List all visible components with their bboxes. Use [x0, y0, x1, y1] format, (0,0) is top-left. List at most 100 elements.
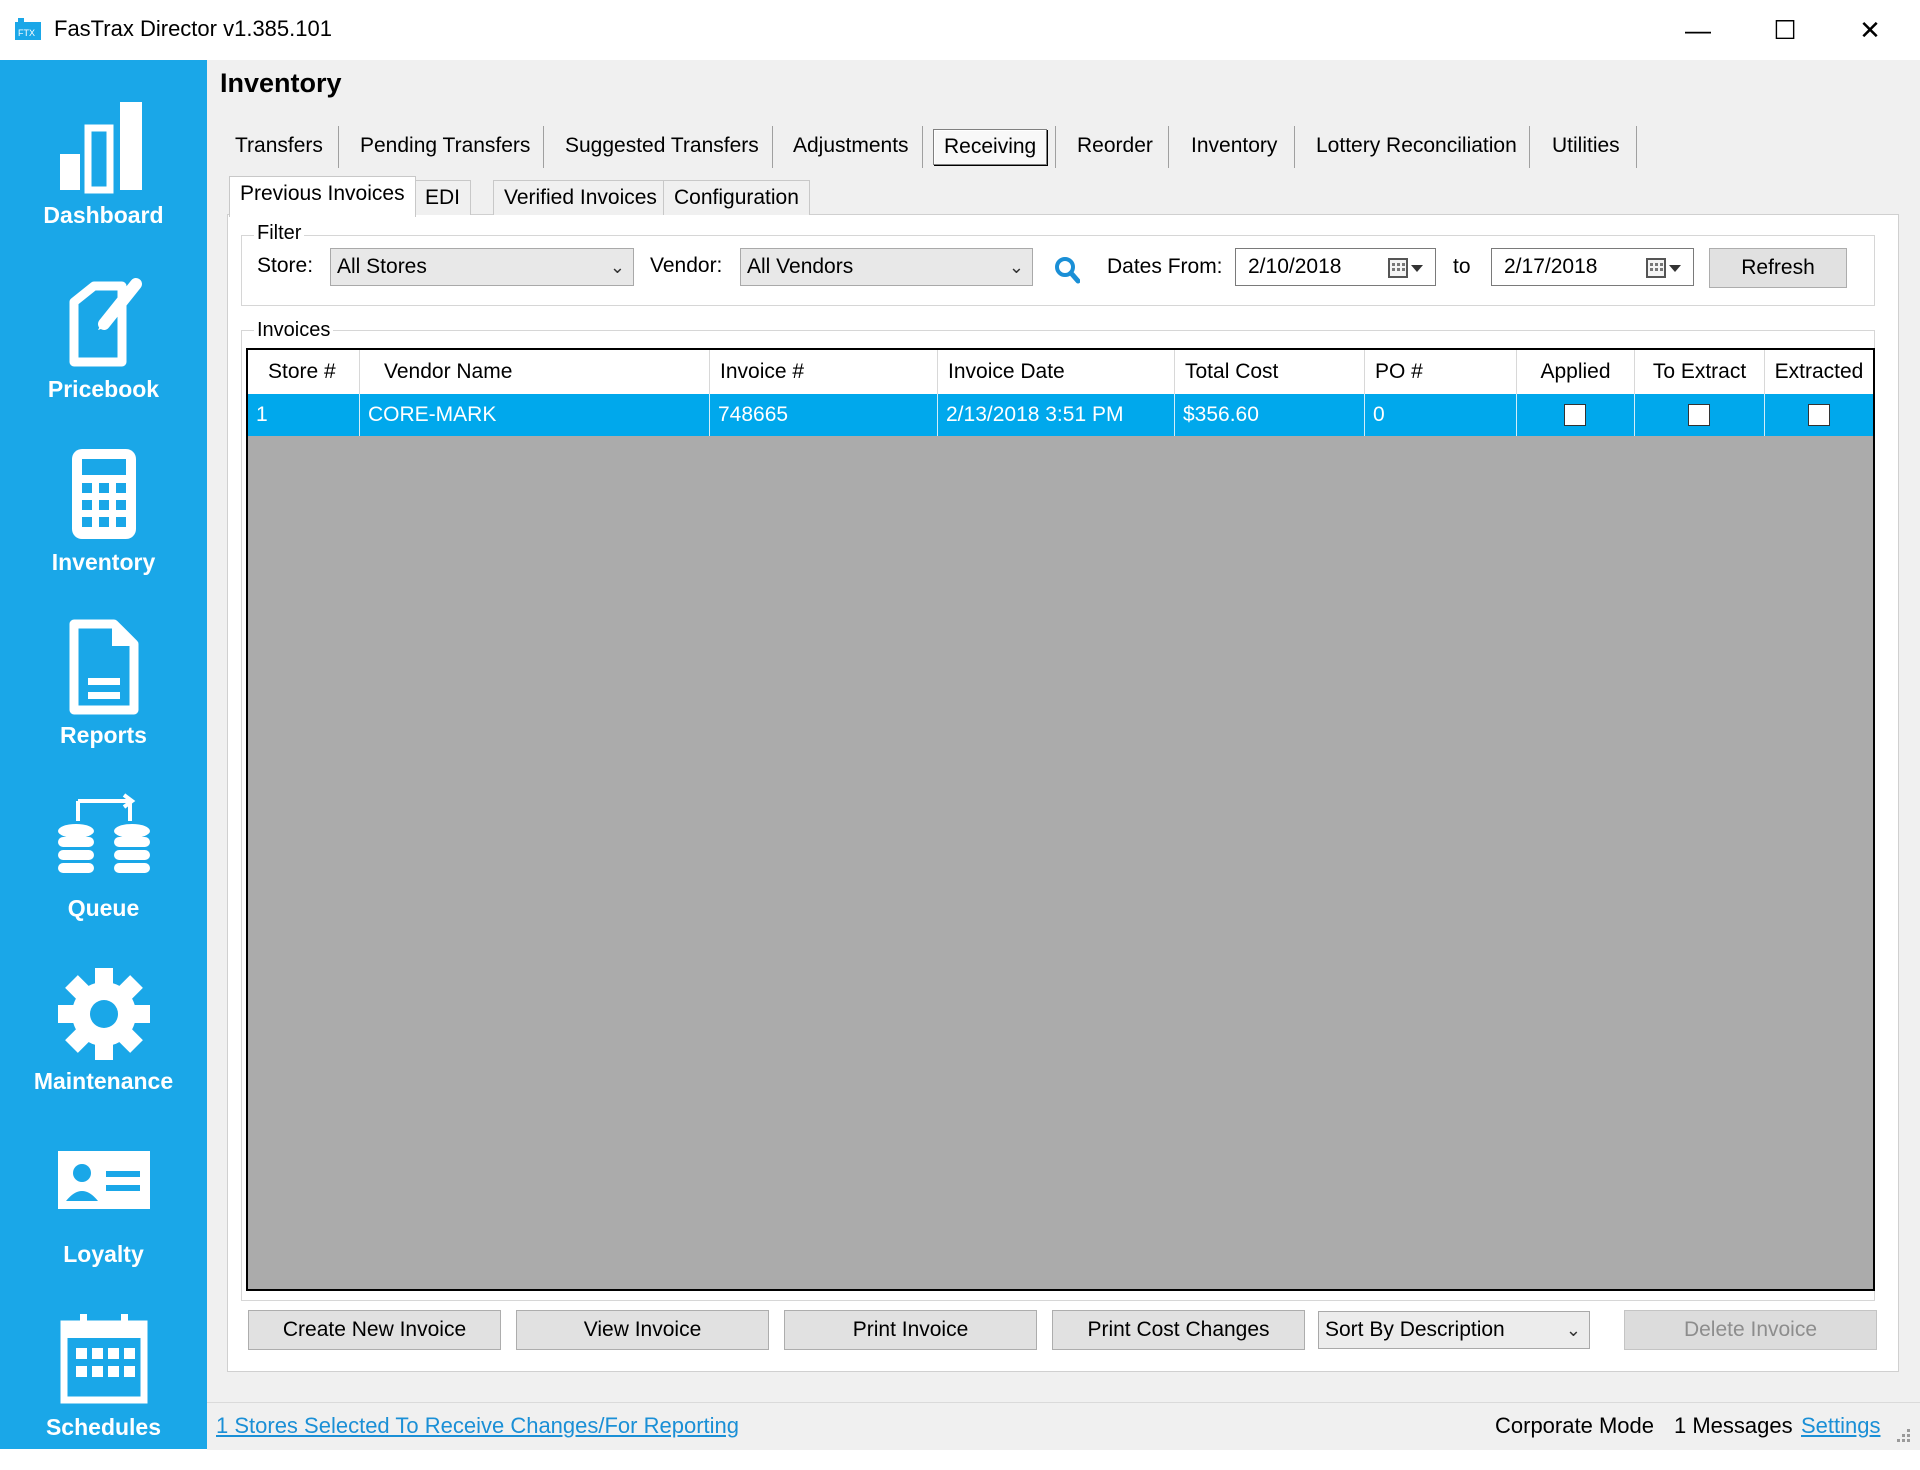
tab-adjustments[interactable]: Adjustments	[793, 128, 909, 164]
pricebook-icon	[69, 278, 142, 367]
store-select[interactable]: All Stores ⌄	[330, 248, 634, 286]
date-from-picker[interactable]: 2/10/2018	[1235, 248, 1436, 286]
cell-po-number[interactable]: 0	[1365, 394, 1517, 436]
sidebar-item-label: Pricebook	[47, 376, 160, 402]
cell-store[interactable]: 1	[248, 394, 360, 436]
print-cost-changes-button[interactable]: Print Cost Changes	[1052, 1310, 1305, 1350]
column-header-total-cost[interactable]: Total Cost	[1175, 350, 1365, 394]
page-title: Inventory	[220, 68, 342, 98]
sidebar-item-maintenance[interactable]: Maintenance	[0, 964, 207, 1124]
cell-applied[interactable]	[1517, 394, 1635, 436]
document-icon	[69, 619, 138, 715]
tab-receiving[interactable]: Receiving	[933, 129, 1048, 165]
database-transfer-icon	[57, 793, 150, 873]
cell-invoice-number[interactable]: 748665	[710, 394, 938, 436]
sidebar-item-label: Schedules	[45, 1414, 162, 1440]
stores-selected-link[interactable]: 1 Stores Selected To Receive Changes/For…	[216, 1413, 739, 1439]
store-select-value: All Stores	[337, 255, 427, 278]
tab-lottery-reconciliation[interactable]: Lottery Reconciliation	[1316, 128, 1517, 164]
cell-invoice-date[interactable]: 2/13/2018 3:51 PM	[938, 394, 1175, 436]
cell-total-cost[interactable]: $356.60	[1175, 394, 1365, 436]
dates-from-label: Dates From:	[1107, 255, 1223, 278]
to-label: to	[1453, 255, 1471, 278]
applied-checkbox[interactable]	[1564, 404, 1586, 426]
column-header-invoice-number[interactable]: Invoice #	[710, 350, 938, 394]
calendar-dropdown-icon[interactable]	[1387, 257, 1425, 279]
date-to-value: 2/17/2018	[1504, 255, 1598, 278]
tab-divider	[1168, 126, 1169, 168]
close-button[interactable]: ✕	[1840, 10, 1900, 50]
column-header-to-extract[interactable]: To Extract	[1635, 350, 1765, 394]
search-icon[interactable]	[1054, 256, 1080, 284]
sidebar-item-pricebook[interactable]: Pricebook	[0, 272, 207, 432]
sidebar-item-schedules[interactable]: Schedules	[0, 1310, 207, 1470]
cell-extracted[interactable]	[1765, 394, 1873, 436]
sidebar-item-queue[interactable]: Queue	[0, 791, 207, 951]
title-bar: FTX FasTrax Director v1.385.101 — ☐ ✕	[0, 0, 1920, 60]
tab-divider	[1636, 126, 1637, 168]
store-label: Store:	[257, 254, 314, 277]
vendor-label: Vendor:	[650, 254, 723, 277]
delete-invoice-button[interactable]: Delete Invoice	[1624, 1310, 1877, 1350]
grid-header: Store # Vendor Name Invoice # Invoice Da…	[248, 350, 1873, 394]
tab-reorder[interactable]: Reorder	[1077, 128, 1153, 164]
print-invoice-button[interactable]: Print Invoice	[784, 1310, 1037, 1350]
tab-divider	[922, 126, 923, 168]
subtab-edi[interactable]: EDI	[414, 180, 472, 215]
subtab-verified-invoices[interactable]: Verified Invoices	[493, 180, 668, 215]
sidebar-item-label: Loyalty	[63, 1241, 144, 1267]
minimize-button[interactable]: —	[1668, 10, 1728, 50]
resize-grip-icon[interactable]	[1893, 1425, 1911, 1443]
gear-icon	[57, 968, 150, 1060]
calendar-dropdown-icon[interactable]	[1645, 257, 1683, 279]
subtab-configuration[interactable]: Configuration	[663, 180, 810, 215]
tab-divider	[543, 126, 544, 168]
create-new-invoice-button[interactable]: Create New Invoice	[248, 1310, 501, 1350]
sidebar-item-label: Reports	[60, 722, 147, 748]
invoices-grid[interactable]: Store # Vendor Name Invoice # Invoice Da…	[246, 348, 1875, 1291]
tab-divider	[1294, 126, 1295, 168]
cell-vendor-name[interactable]: CORE-MARK	[360, 394, 710, 436]
view-invoice-button[interactable]: View Invoice	[516, 1310, 769, 1350]
column-header-invoice-date[interactable]: Invoice Date	[938, 350, 1175, 394]
sidebar: Dashboard Pricebook Inventory Reports Qu…	[0, 60, 207, 1449]
table-row[interactable]: 1 CORE-MARK 748665 2/13/2018 3:51 PM $35…	[248, 394, 1873, 436]
svg-text:FTX: FTX	[18, 28, 35, 38]
sort-select-value: Sort By Description	[1325, 1318, 1505, 1341]
sidebar-item-inventory[interactable]: Inventory	[0, 445, 207, 605]
messages-count[interactable]: 1 Messages	[1674, 1413, 1793, 1439]
filter-legend: Filter	[254, 222, 305, 245]
id-card-icon	[57, 1151, 150, 1209]
column-header-store[interactable]: Store #	[248, 350, 360, 394]
window-title: FasTrax Director v1.385.101	[54, 16, 332, 41]
sidebar-item-label: Maintenance	[33, 1068, 174, 1094]
tab-transfers[interactable]: Transfers	[235, 128, 323, 164]
maximize-button[interactable]: ☐	[1755, 10, 1815, 50]
calculator-icon	[71, 449, 136, 539]
settings-link[interactable]: Settings	[1801, 1413, 1881, 1439]
column-header-extracted[interactable]: Extracted	[1765, 350, 1873, 394]
tab-suggested-transfers[interactable]: Suggested Transfers	[565, 128, 759, 164]
cell-to-extract[interactable]	[1635, 394, 1765, 436]
sidebar-item-reports[interactable]: Reports	[0, 618, 207, 778]
date-to-picker[interactable]: 2/17/2018	[1491, 248, 1694, 286]
tab-inventory[interactable]: Inventory	[1191, 128, 1277, 164]
column-header-vendor-name[interactable]: Vendor Name	[360, 350, 710, 394]
column-header-po-number[interactable]: PO #	[1365, 350, 1517, 394]
sort-select[interactable]: Sort By Description ⌄	[1318, 1311, 1590, 1349]
vendor-select[interactable]: All Vendors ⌄	[740, 248, 1033, 286]
subtab-previous-invoices[interactable]: Previous Invoices	[229, 176, 416, 217]
tab-divider	[1529, 126, 1530, 168]
extracted-checkbox[interactable]	[1808, 404, 1830, 426]
column-header-applied[interactable]: Applied	[1517, 350, 1635, 394]
to-extract-checkbox[interactable]	[1688, 404, 1710, 426]
tab-utilities[interactable]: Utilities	[1552, 128, 1620, 164]
tab-pending-transfers[interactable]: Pending Transfers	[360, 128, 530, 164]
chevron-down-icon: ⌄	[609, 257, 625, 277]
tab-divider	[338, 126, 339, 168]
sidebar-item-loyalty[interactable]: Loyalty	[0, 1137, 207, 1297]
bar-chart-icon	[59, 102, 142, 194]
date-from-value: 2/10/2018	[1248, 255, 1342, 278]
refresh-button[interactable]: Refresh	[1709, 248, 1847, 288]
sidebar-item-dashboard[interactable]: Dashboard	[0, 98, 207, 258]
